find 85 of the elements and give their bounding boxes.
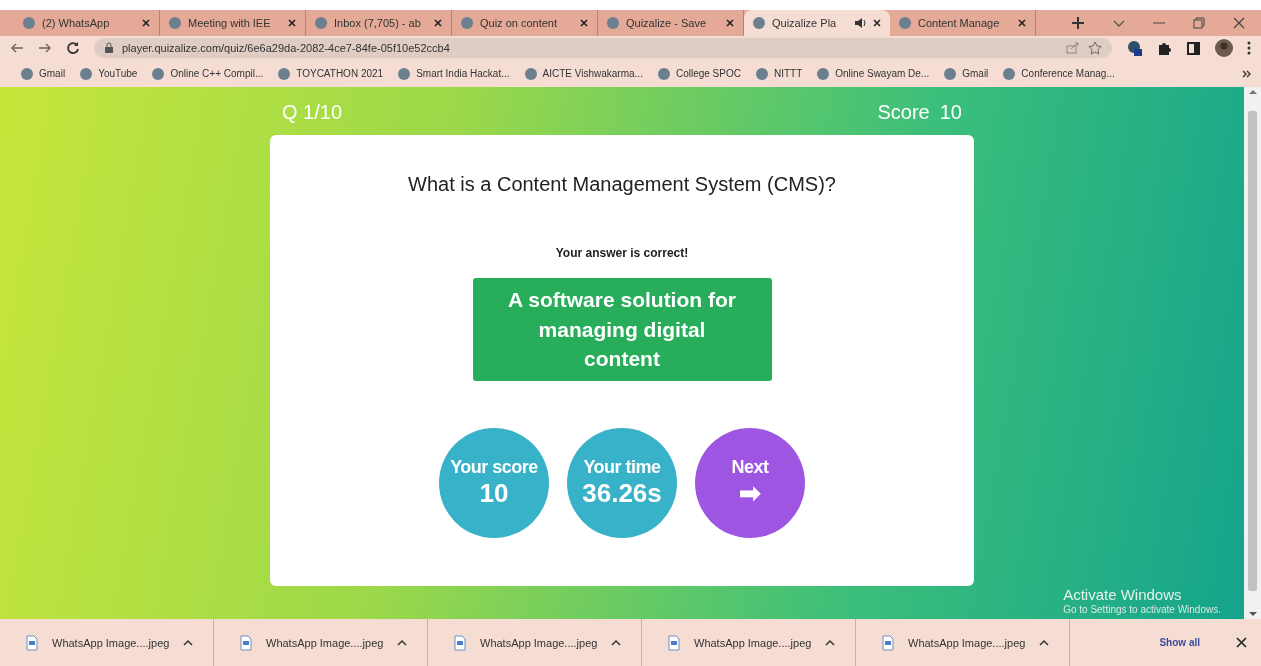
favicon-icon xyxy=(22,16,36,30)
show-all-link[interactable]: Show all xyxy=(1153,636,1206,649)
feedback-text: Your answer is correct! xyxy=(555,246,689,260)
file-icon xyxy=(26,634,38,651)
question-counter: Q 1/10 xyxy=(282,101,343,125)
stat-circle: Your time 36.26s xyxy=(567,428,677,538)
download-item[interactable]: WhatsApp Image....jpeg xyxy=(856,619,1070,666)
stat-circle: Your score 10 xyxy=(439,428,549,538)
puzzle-icon[interactable] xyxy=(1156,40,1172,56)
chevron-double-icon[interactable] xyxy=(1242,69,1251,78)
close-icon[interactable] xyxy=(725,18,735,28)
bookmark-link[interactable]: Gmail xyxy=(943,66,989,81)
close-icon[interactable] xyxy=(872,18,882,28)
scroll-up-icon[interactable] xyxy=(1248,87,1257,97)
caret-icon[interactable] xyxy=(611,638,622,647)
favicon-icon xyxy=(314,16,328,30)
back-icon[interactable] xyxy=(10,41,24,55)
reload-icon[interactable] xyxy=(66,41,80,55)
file-icon xyxy=(454,634,466,651)
file-icon xyxy=(240,634,252,651)
browser-tab[interactable]: Quizalize Pla xyxy=(744,10,890,36)
new-tab-icon[interactable] xyxy=(1071,16,1085,30)
favicon-icon xyxy=(1002,66,1017,81)
file-icon xyxy=(668,634,680,651)
question-text: What is a Content Management System (CMS)? xyxy=(408,173,836,196)
favicon-icon xyxy=(898,16,912,30)
close-icon[interactable] xyxy=(141,18,151,28)
bookmark-link[interactable]: TOYCATHON 2021 xyxy=(277,66,384,81)
side-panel-icon[interactable] xyxy=(1186,40,1201,56)
close-icon[interactable] xyxy=(1017,18,1027,28)
download-item[interactable]: WhatsApp Image....jpeg xyxy=(642,619,856,666)
bookmark-link[interactable]: NITTT xyxy=(754,66,803,81)
favicon-icon xyxy=(151,66,166,81)
favicon-icon xyxy=(277,66,292,81)
caret-icon[interactable] xyxy=(1039,638,1050,647)
bookmark-link[interactable]: YouTube xyxy=(79,66,138,81)
activation-notice-title: Activate Windows xyxy=(1063,586,1183,604)
favicon-icon xyxy=(397,66,412,81)
bookmark-link[interactable]: College SPOC xyxy=(656,66,741,81)
score-label: Score xyxy=(877,101,930,125)
scrollbar-thumb[interactable] xyxy=(1248,111,1257,591)
star-icon[interactable] xyxy=(1088,41,1102,55)
close-icon[interactable] xyxy=(1236,637,1247,648)
download-item[interactable]: WhatsApp Image....jpeg xyxy=(428,619,642,666)
download-item[interactable]: WhatsApp Image....jpeg xyxy=(214,619,428,666)
avatar-icon[interactable] xyxy=(1215,39,1233,57)
lock-icon xyxy=(104,42,114,54)
favicon-icon xyxy=(523,66,538,81)
favicon-icon xyxy=(79,66,94,81)
favicon-icon xyxy=(460,16,474,30)
favicon-icon xyxy=(943,66,958,81)
extension-badge-icon[interactable] xyxy=(1126,40,1142,56)
dropdown-icon[interactable] xyxy=(1113,18,1125,28)
close-icon[interactable] xyxy=(579,18,589,28)
bookmark-link[interactable]: Smart India Hackat... xyxy=(397,66,510,81)
more-menu-icon[interactable] xyxy=(1247,41,1251,55)
answer-option: A software solution for managing digital content xyxy=(472,278,772,381)
bookmark-link[interactable]: Gmail xyxy=(20,66,66,81)
favicon-icon xyxy=(656,66,671,81)
favicon-icon xyxy=(606,16,620,30)
favicon-icon xyxy=(168,16,182,30)
favicon-icon xyxy=(20,66,34,81)
bookmark-link[interactable]: Conference Manag... xyxy=(1002,66,1115,81)
caret-icon[interactable] xyxy=(183,638,194,647)
close-icon[interactable] xyxy=(287,18,297,28)
scroll-down-icon[interactable] xyxy=(1248,609,1257,619)
caret-icon[interactable] xyxy=(825,638,836,647)
download-item[interactable]: WhatsApp Image....jpeg xyxy=(0,619,214,666)
bookmark-link[interactable]: Online C++ Compil... xyxy=(151,66,264,81)
bookmark-link[interactable]: AICTE Vishwakarma... xyxy=(523,66,643,81)
close-window-icon[interactable] xyxy=(1233,17,1245,29)
favicon-icon xyxy=(752,16,766,30)
forward-icon[interactable] xyxy=(38,41,52,55)
address-bar[interactable]: player.quizalize.com/quiz/6e6a29da-2082-4ce7-84fe-05f10e52ccb4 xyxy=(94,38,1112,58)
file-icon xyxy=(882,634,894,651)
favicon-icon xyxy=(754,66,769,81)
caret-icon[interactable] xyxy=(397,638,408,647)
scrollbar[interactable] xyxy=(1244,87,1261,619)
close-icon[interactable] xyxy=(433,18,443,28)
bookmark-link[interactable]: Online Swayam De... xyxy=(816,66,930,81)
activation-notice-text: Go to Settings to activate Windows. xyxy=(1063,604,1221,616)
score-value: 10 xyxy=(939,101,962,125)
next-button[interactable]: Next ➡ xyxy=(695,428,805,538)
restore-icon[interactable] xyxy=(1193,17,1205,29)
favicon-icon xyxy=(816,66,831,81)
